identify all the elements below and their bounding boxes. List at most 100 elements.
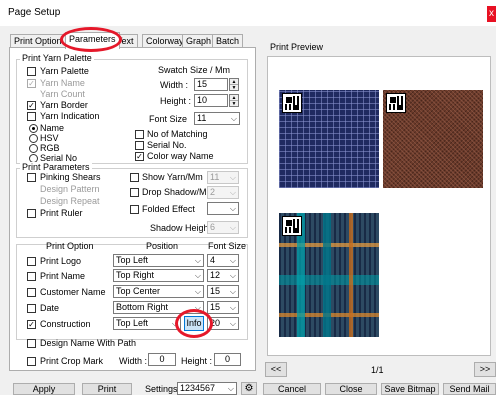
tab-colorway[interactable]: Colorway bbox=[142, 34, 188, 48]
dropdown-arrow-icon: ⌵ bbox=[194, 271, 201, 280]
customer-name-size: 15 bbox=[210, 286, 221, 296]
swatch-navy-check bbox=[279, 90, 379, 188]
crop-height-input[interactable]: 0 bbox=[214, 353, 241, 366]
close-window-button[interactable]: x bbox=[487, 6, 496, 22]
yarn-indication-checkbox[interactable] bbox=[27, 112, 36, 121]
yarn-palette-checkbox[interactable] bbox=[27, 67, 36, 76]
color-way-name-checkbox[interactable]: ✓ bbox=[135, 152, 144, 161]
print-name-label: Print Name bbox=[40, 271, 86, 281]
settings-label: Settings bbox=[145, 384, 178, 394]
date-checkbox[interactable] bbox=[27, 304, 36, 313]
print-logo-position-select[interactable]: Top Left ⌵ bbox=[113, 254, 204, 267]
serial-no-checkbox[interactable] bbox=[135, 141, 144, 150]
no-of-matching-label: No of Matching bbox=[147, 129, 208, 139]
cancel-button[interactable]: Cancel bbox=[263, 383, 321, 395]
width-label: Width : bbox=[160, 80, 189, 90]
print-crop-mark-checkbox[interactable] bbox=[27, 357, 36, 366]
construction-size-select[interactable]: 20 ⌵ bbox=[207, 317, 239, 330]
shadow-height-value: 6 bbox=[210, 222, 216, 232]
date-size-select[interactable]: 15 ⌵ bbox=[207, 301, 239, 314]
height-label: Height : bbox=[160, 96, 192, 106]
yarn-count-label: Yarn Count bbox=[40, 89, 85, 99]
font-size-label: Font Size bbox=[149, 114, 188, 124]
font-size-select[interactable]: 11 ⌵ bbox=[194, 112, 240, 125]
qr-code-icon bbox=[282, 93, 302, 113]
settings-select[interactable]: 1234567 ⌵ bbox=[177, 382, 237, 395]
tab-print-option[interactable]: Print Option bbox=[10, 34, 66, 48]
position-header: Position bbox=[146, 241, 179, 251]
height-spinner[interactable]: ▲ ▼ bbox=[229, 94, 239, 107]
pinking-shears-checkbox[interactable] bbox=[27, 173, 36, 182]
dropdown-arrow-icon: ⌵ bbox=[229, 303, 236, 312]
save-bitmap-button[interactable]: Save Bitmap bbox=[381, 383, 439, 395]
customer-name-position-select[interactable]: Top Center ⌵ bbox=[113, 285, 204, 298]
print-logo-position: Top Left bbox=[116, 255, 149, 265]
show-yarn-select[interactable]: 11 ⌵ bbox=[207, 171, 239, 184]
customer-name-size-select[interactable]: 15 ⌵ bbox=[207, 285, 239, 298]
yarn-border-label: Yarn Border bbox=[40, 100, 88, 110]
print-logo-checkbox[interactable] bbox=[27, 257, 36, 266]
print-parameters-legend: Print Parameters bbox=[20, 162, 92, 172]
yarn-palette-legend: Print Yarn Palette bbox=[20, 53, 94, 63]
dropdown-arrow-icon: ⌵ bbox=[230, 114, 237, 123]
print-logo-size-select[interactable]: 4 ⌵ bbox=[207, 254, 239, 267]
print-ruler-checkbox[interactable] bbox=[27, 209, 36, 218]
folded-effect-select[interactable]: ⌵ bbox=[207, 202, 239, 215]
page-indicator: 1/1 bbox=[371, 365, 384, 375]
print-name-checkbox[interactable] bbox=[27, 272, 36, 281]
yarn-name-checkbox[interactable]: ✓ bbox=[27, 79, 36, 88]
yarn-name-label: Yarn Name bbox=[40, 78, 85, 88]
apply-button[interactable]: Apply bbox=[13, 383, 75, 395]
yarn-border-checkbox[interactable]: ✓ bbox=[27, 101, 36, 110]
title-bar bbox=[0, 0, 496, 26]
print-name-position: Top Right bbox=[116, 270, 155, 280]
date-position-select[interactable]: Bottom Right ⌵ bbox=[113, 301, 204, 314]
close-button[interactable]: Close bbox=[325, 383, 377, 395]
dropdown-arrow-icon: ⌵ bbox=[194, 256, 201, 265]
width-spinner[interactable]: ▲ ▼ bbox=[229, 78, 239, 91]
show-yarn-checkbox[interactable] bbox=[130, 173, 139, 182]
print-button[interactable]: Print bbox=[82, 383, 132, 395]
spin-down-icon[interactable]: ▼ bbox=[230, 101, 238, 107]
crop-width-input[interactable]: 0 bbox=[148, 353, 176, 366]
tab-graph[interactable]: Graph bbox=[182, 34, 216, 48]
dropdown-arrow-icon: ⌵ bbox=[229, 319, 236, 328]
settings-icon-button[interactable]: ⚙ bbox=[241, 382, 257, 395]
construction-position-select[interactable]: Top Left ⌵ bbox=[113, 317, 181, 330]
dropdown-arrow-icon: ⌵ bbox=[229, 287, 236, 296]
qr-code-icon bbox=[282, 216, 302, 236]
print-name-size-select[interactable]: 12 ⌵ bbox=[207, 269, 239, 282]
design-repeat-label: Design Repeat bbox=[40, 196, 100, 206]
yarn-indication-label: Yarn Indication bbox=[40, 111, 100, 121]
info-button[interactable]: Info bbox=[184, 316, 204, 331]
design-name-with-path-label: Design Name With Path bbox=[40, 338, 137, 348]
font-size-value: 11 bbox=[197, 113, 207, 123]
radio-name[interactable] bbox=[29, 124, 38, 133]
date-position: Bottom Right bbox=[116, 302, 169, 312]
font-size-header: Font Size bbox=[208, 241, 247, 251]
previous-page-button[interactable]: << bbox=[265, 362, 287, 377]
pinking-shears-label: Pinking Shears bbox=[40, 172, 101, 182]
design-name-with-path-checkbox[interactable] bbox=[27, 339, 36, 348]
print-crop-mark-label: Print Crop Mark bbox=[40, 356, 104, 366]
construction-checkbox[interactable]: ✓ bbox=[27, 320, 36, 329]
width-input[interactable]: 15 bbox=[194, 78, 228, 91]
drop-shadow-checkbox[interactable] bbox=[130, 188, 139, 197]
spin-down-icon[interactable]: ▼ bbox=[230, 85, 238, 91]
height-input[interactable]: 10 bbox=[194, 94, 228, 107]
folded-effect-checkbox[interactable] bbox=[130, 205, 139, 214]
next-page-button[interactable]: >> bbox=[474, 362, 496, 377]
print-ruler-label: Print Ruler bbox=[40, 208, 83, 218]
drop-shadow-select[interactable]: 2 ⌵ bbox=[207, 186, 239, 199]
print-name-position-select[interactable]: Top Right ⌵ bbox=[113, 269, 204, 282]
send-mail-button[interactable]: Send Mail bbox=[443, 383, 496, 395]
tab-parameters[interactable]: Parameters bbox=[65, 32, 120, 49]
tab-batch[interactable]: Batch bbox=[212, 34, 244, 48]
drop-shadow-label: Drop Shadow/Mm bbox=[142, 187, 215, 197]
shadow-height-select[interactable]: 6 ⌵ bbox=[207, 221, 239, 234]
radio-rgb[interactable] bbox=[29, 144, 38, 153]
no-of-matching-checkbox[interactable] bbox=[135, 130, 144, 139]
construction-label: Construction bbox=[40, 319, 91, 329]
radio-hsv[interactable] bbox=[29, 134, 38, 143]
customer-name-checkbox[interactable] bbox=[27, 288, 36, 297]
